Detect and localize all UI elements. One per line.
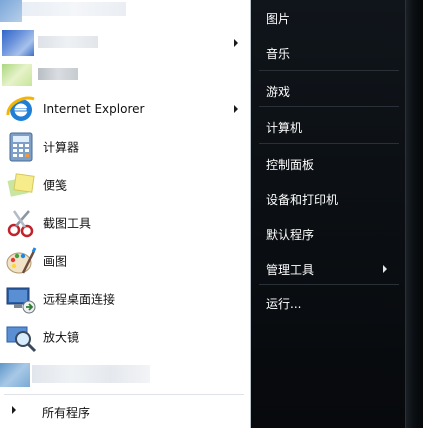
link-run[interactable]: 运行...: [251, 289, 405, 317]
chevron-right-icon: [12, 406, 16, 414]
redacted-icon: [0, 363, 30, 387]
all-programs-label: 所有程序: [42, 406, 91, 420]
program-item-internet-explorer[interactable]: Internet Explorer: [0, 91, 246, 127]
link-label: 默认程序: [266, 228, 315, 242]
program-label: Internet Explorer: [43, 102, 145, 116]
calculator-icon: [5, 131, 37, 163]
program-label: 计算器: [43, 140, 80, 155]
link-devices-printers[interactable]: 设备和打印机: [251, 185, 405, 213]
program-label: 截图工具: [43, 216, 92, 231]
redacted-program-item[interactable]: [0, 60, 246, 90]
all-programs-button[interactable]: 所有程序: [0, 396, 249, 428]
program-label: 画图: [43, 254, 68, 269]
link-control-panel[interactable]: 控制面板: [251, 150, 405, 178]
snipping-tool-icon: [5, 207, 37, 239]
link-admin-tools[interactable]: 管理工具: [251, 255, 405, 283]
sticky-notes-icon: [5, 169, 37, 201]
program-item-remote-desktop[interactable]: 远程桌面连接: [0, 281, 246, 317]
redacted-label: [38, 36, 98, 48]
divider: [259, 284, 399, 285]
paint-icon: [5, 245, 37, 277]
link-music[interactable]: 音乐: [251, 39, 405, 67]
chevron-right-icon: [383, 265, 387, 273]
program-item-snipping-tool[interactable]: 截图工具: [0, 205, 246, 241]
menu-frame-edge: [405, 0, 423, 428]
program-label: 便笺: [43, 178, 68, 193]
program-item-calculator[interactable]: 计算器: [0, 129, 246, 165]
link-label: 设备和打印机: [266, 193, 339, 207]
redacted-program-item[interactable]: [0, 0, 246, 26]
redacted-label: [22, 2, 126, 16]
redacted-icon: [2, 30, 34, 56]
link-label: 计算机: [266, 121, 303, 135]
link-games[interactable]: 游戏: [251, 77, 405, 105]
link-label: 图片: [266, 12, 291, 26]
redacted-label: [38, 68, 78, 80]
system-links-pane: 图片 音乐 游戏 计算机 控制面板 设备和打印机 默认程序 管理工具 运行...: [251, 0, 405, 428]
program-label: 远程桌面连接: [43, 292, 116, 307]
redacted-icon: [0, 0, 22, 22]
link-default-programs[interactable]: 默认程序: [251, 220, 405, 248]
redacted-program-item[interactable]: [0, 357, 246, 389]
link-label: 音乐: [266, 47, 291, 61]
divider: [259, 70, 399, 71]
divider: [259, 106, 399, 107]
redacted-program-item[interactable]: [0, 26, 246, 60]
redacted-label: [32, 365, 150, 383]
program-item-magnifier[interactable]: 放大镜: [0, 319, 246, 355]
link-label: 游戏: [266, 85, 291, 99]
link-computer[interactable]: 计算机: [251, 113, 405, 141]
link-label: 运行...: [266, 297, 302, 311]
magnifier-icon: [5, 321, 37, 353]
program-item-sticky-notes[interactable]: 便笺: [0, 167, 246, 203]
divider: [4, 394, 244, 395]
program-label: 放大镜: [43, 330, 80, 345]
redacted-icon: [2, 64, 32, 86]
remote-desktop-icon: [5, 283, 37, 315]
program-item-paint[interactable]: 画图: [0, 243, 246, 279]
chevron-right-icon: [234, 39, 238, 47]
divider: [259, 143, 399, 144]
link-label: 管理工具: [266, 263, 315, 277]
internet-explorer-icon: [5, 93, 37, 125]
link-pictures[interactable]: 图片: [251, 4, 405, 32]
programs-pane: Internet Explorer 计算器 便笺 截图工具 画图 远程桌面连接 …: [0, 0, 251, 428]
link-label: 控制面板: [266, 158, 315, 172]
chevron-right-icon: [234, 105, 238, 113]
